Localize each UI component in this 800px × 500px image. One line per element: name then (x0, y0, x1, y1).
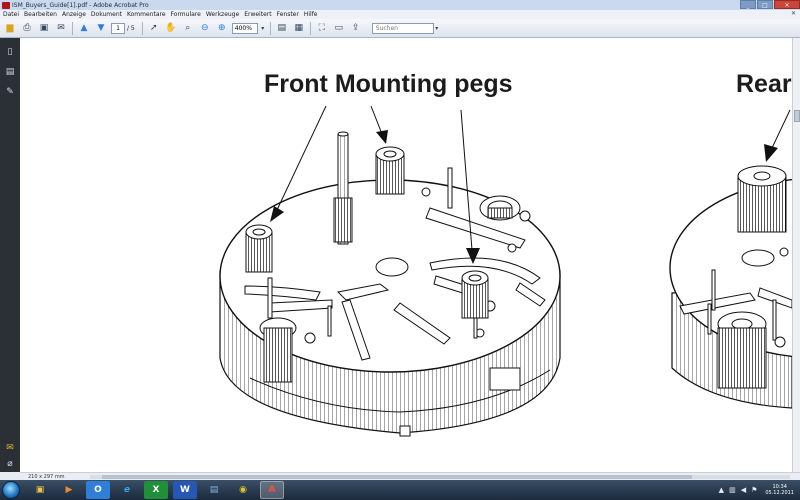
tray-expand-icon[interactable]: ▲ (719, 486, 724, 494)
fit-page-icon[interactable]: ▦ (292, 21, 306, 35)
menu-dokument[interactable]: Dokument (91, 11, 122, 18)
flag-icon[interactable]: ⚑ (751, 486, 757, 494)
system-clock[interactable]: 10:34 05.12.2011 (765, 484, 794, 496)
open-folder-icon[interactable]: ▆ (3, 21, 17, 35)
acrobat-app-icon (2, 1, 10, 9)
minimize-button[interactable]: _ (740, 0, 756, 9)
vertical-scrollbar[interactable] (792, 38, 800, 472)
menu-bearbeiten[interactable]: Bearbeiten (24, 11, 57, 18)
taskbar-acrobat[interactable]: A (260, 481, 284, 499)
taskbar-media-player[interactable]: ▶ (57, 481, 81, 499)
vertical-scroll-thumb[interactable] (794, 110, 800, 122)
windows-taskbar: ▣ ▶ O e X W ▤ ◉ A ▲ ▥ ◀ ⚑ 10:34 05.12.20… (0, 480, 800, 500)
taskbar-internet-explorer[interactable]: e (115, 481, 139, 499)
toolbar: ▆ ⎙ ▣ ✉ ▲ ▼ 1 / 5 ➚ ✋ ⌕ ⊖ ⊕ 400% ▾ ▤ ▦ ⛶… (0, 19, 800, 38)
close-button[interactable]: ✕ (774, 0, 800, 9)
menu-anzeige[interactable]: Anzeige (62, 11, 86, 18)
volume-icon[interactable]: ◀ (741, 486, 746, 494)
print-icon[interactable]: ⎙ (20, 21, 34, 35)
menu-hilfe[interactable]: Hilfe (304, 11, 318, 18)
front-peg-right (461, 270, 489, 319)
page-number-input[interactable]: 1 (111, 22, 125, 34)
navigation-pane: ▯ ▤ ✎ ✉ ⌀ (0, 38, 20, 472)
menu-formulare[interactable]: Formulare (171, 11, 201, 18)
signatures-panel-icon[interactable]: ✎ (4, 86, 16, 98)
mounting-pegs-illustration (219, 105, 792, 437)
network-icon[interactable]: ▥ (729, 486, 736, 494)
front-peg-left (245, 224, 273, 273)
toolbar-separator (72, 21, 73, 35)
full-screen-icon[interactable]: ⛶ (315, 21, 329, 35)
horizontal-scrollbar[interactable] (90, 475, 790, 479)
zoom-out-icon[interactable]: ⊖ (198, 21, 212, 35)
menu-werkzeuge[interactable]: Werkzeuge (206, 11, 239, 18)
taskbar-word[interactable]: W (173, 481, 197, 499)
window-title: ISM_Buyers_Guide[1].pdf - Adobe Acrobat … (12, 1, 149, 9)
zoom-dropdown-chevron-icon[interactable]: ▾ (260, 21, 266, 35)
status-bar: 210 x 297 mm (20, 472, 800, 480)
share-icon[interactable]: ⇪ (349, 21, 363, 35)
title-bar: ISM_Buyers_Guide[1].pdf - Adobe Acrobat … (0, 0, 800, 10)
search-dropdown-chevron-icon[interactable]: ▾ (434, 21, 440, 35)
horizontal-scroll-thumb[interactable] (102, 475, 692, 479)
zoom-level-select[interactable]: 400% (231, 22, 258, 34)
search-input[interactable]: Suchen (371, 22, 434, 34)
front-body (219, 131, 561, 437)
window-controls: _ □ ✕ (739, 0, 800, 9)
menu-kommentare[interactable]: Kommentare (127, 11, 166, 18)
toolbar-separator (141, 21, 143, 35)
page-total: / 5 (127, 24, 135, 32)
next-page-icon[interactable]: ▼ (94, 21, 108, 35)
toolbar-separator (309, 21, 311, 35)
save-icon[interactable]: ▣ (37, 21, 51, 35)
menu-bar: Datei Bearbeiten Anzeige Dokument Kommen… (0, 10, 800, 19)
taskbar-chrome[interactable]: ◉ (231, 481, 255, 499)
start-button[interactable] (2, 481, 20, 499)
toolbar-separator (269, 21, 271, 35)
maximize-button[interactable]: □ (757, 0, 773, 9)
taskbar-excel[interactable]: X (144, 481, 168, 499)
select-tool-icon[interactable]: ➚ (147, 21, 161, 35)
comments-panel-icon[interactable]: ✉ (4, 442, 16, 454)
zoom-tool-icon[interactable]: ⌕ (181, 21, 195, 35)
email-icon[interactable]: ✉ (54, 21, 68, 35)
document-close-icon[interactable]: ✕ (791, 10, 796, 17)
rear-body (669, 109, 792, 409)
scroll-mode-icon[interactable]: ▤ (275, 21, 289, 35)
taskbar-explorer[interactable]: ▣ (28, 481, 52, 499)
taskbar-window-switcher[interactable]: ▤ (202, 481, 226, 499)
front-peg-top (375, 146, 405, 195)
document-page[interactable]: Front Mounting pegs Rear (20, 38, 792, 472)
hand-tool-icon[interactable]: ✋ (164, 21, 178, 35)
pages-panel-icon[interactable]: ▯ (4, 46, 16, 58)
system-tray: ▲ ▥ ◀ ⚑ 10:34 05.12.2011 (719, 480, 794, 500)
attachments-panel-icon[interactable]: ⌀ (4, 458, 16, 470)
comment-icon[interactable]: ▭ (332, 21, 346, 35)
zoom-in-icon[interactable]: ⊕ (215, 21, 229, 35)
menu-fenster[interactable]: Fenster (277, 11, 299, 18)
acrobat-window: ISM_Buyers_Guide[1].pdf - Adobe Acrobat … (0, 0, 800, 500)
menu-datei[interactable]: Datei (3, 11, 19, 18)
menu-erweitert[interactable]: Erweitert (244, 11, 271, 18)
previous-page-icon[interactable]: ▲ (77, 21, 91, 35)
bookmarks-panel-icon[interactable]: ▤ (4, 66, 16, 78)
clock-date: 05.12.2011 (765, 490, 794, 496)
taskbar-outlook[interactable]: O (86, 481, 110, 499)
